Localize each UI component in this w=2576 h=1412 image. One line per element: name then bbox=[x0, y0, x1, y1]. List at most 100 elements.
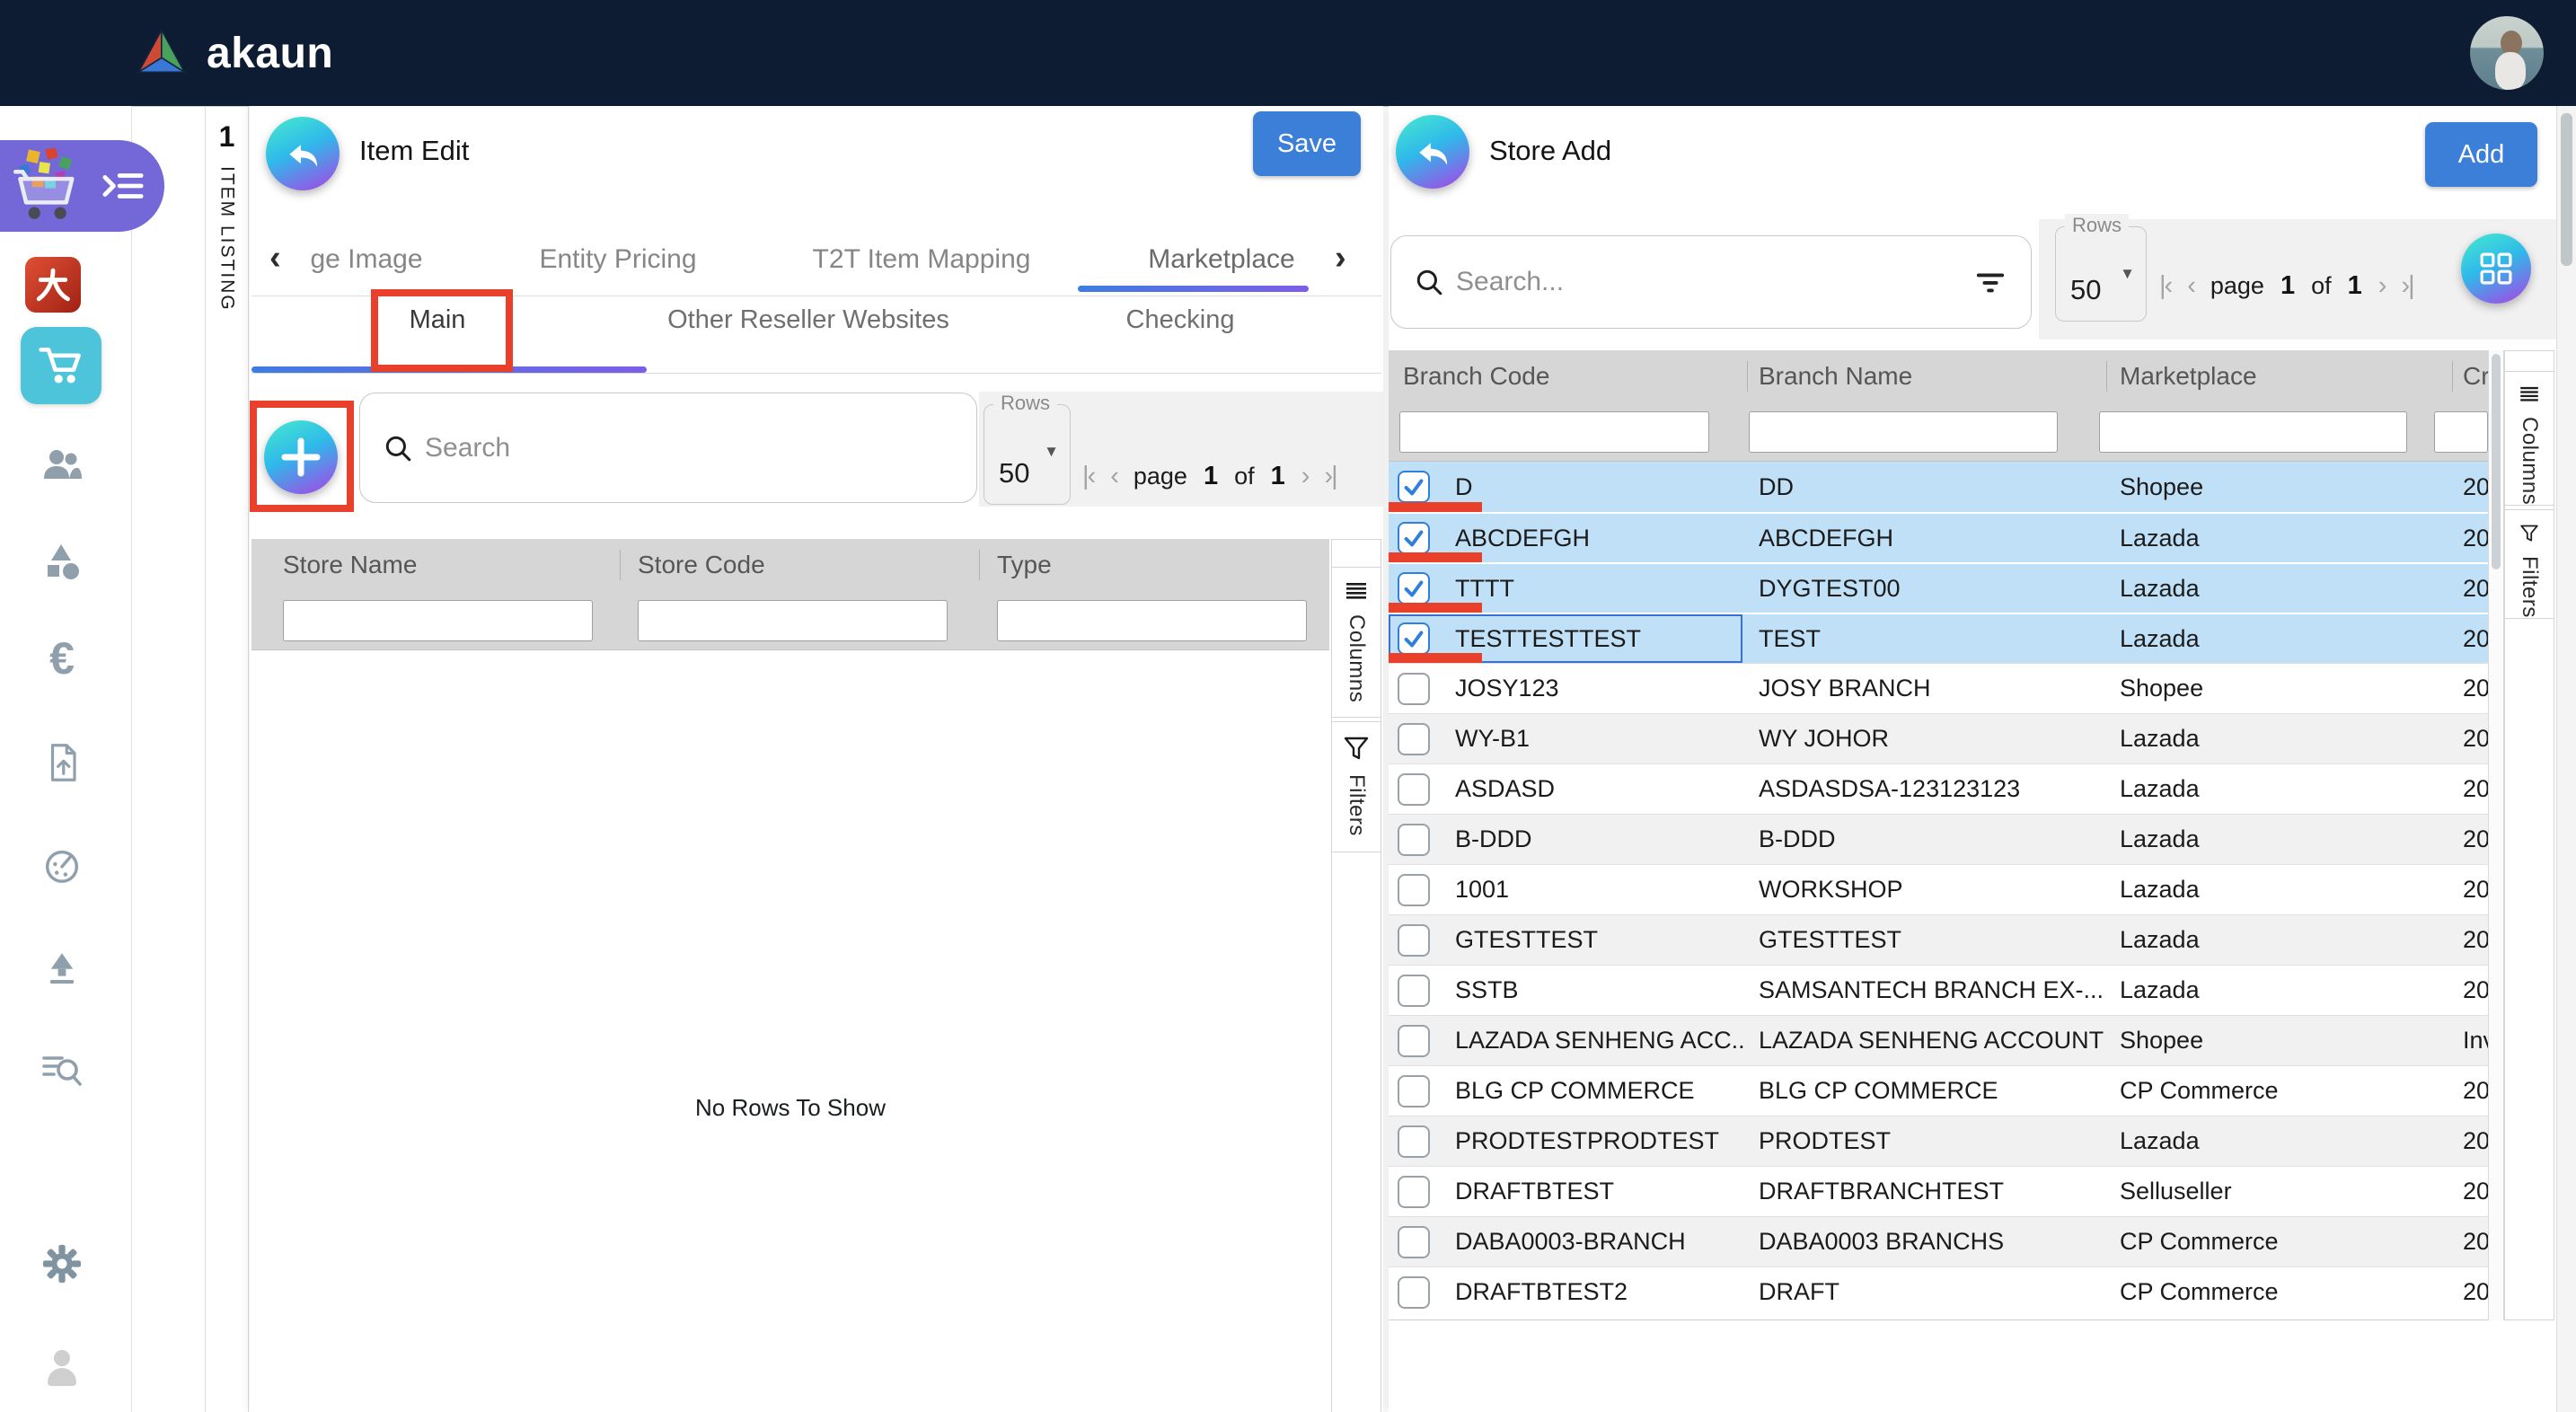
sidebar-item-currency[interactable]: € bbox=[41, 638, 83, 679]
subtab-main[interactable]: Main bbox=[410, 305, 466, 335]
first-page-button[interactable]: |‹ bbox=[2159, 271, 2171, 301]
subtab-other-reseller-websites[interactable]: Other Reseller Websites bbox=[667, 305, 949, 335]
tool-tab-filters[interactable]: Filters bbox=[1331, 721, 1381, 852]
scrollbar-thumb[interactable] bbox=[2492, 354, 2501, 569]
table-row[interactable]: B-DDDB-DDDLazada20 bbox=[1389, 814, 2488, 864]
add-store-button[interactable] bbox=[264, 420, 338, 494]
tool-tab-columns[interactable]: Columns bbox=[2504, 371, 2554, 506]
table-row[interactable]: JOSY123JOSY BRANCHShopee20 bbox=[1389, 663, 2488, 713]
chevron-down-icon[interactable]: ▼ bbox=[1044, 443, 1059, 461]
sidebar-app-banner[interactable] bbox=[0, 140, 164, 232]
row-checkbox[interactable] bbox=[1398, 1226, 1430, 1258]
sidebar-item-dahua-app[interactable] bbox=[25, 257, 81, 313]
sidebar-item-file-import[interactable] bbox=[41, 742, 83, 783]
next-page-button[interactable]: › bbox=[2378, 271, 2386, 301]
prev-page-button[interactable]: ‹ bbox=[2187, 271, 2194, 301]
table-row[interactable]: DABA0003-BRANCHDABA0003 BRANCHSCP Commer… bbox=[1389, 1216, 2488, 1266]
subtab-checking[interactable]: Checking bbox=[1126, 305, 1235, 335]
row-checkbox[interactable] bbox=[1398, 1125, 1430, 1158]
table-row[interactable]: 1001WORKSHOPLazada20 bbox=[1389, 864, 2488, 914]
column-header-marketplace[interactable]: Marketplace bbox=[2106, 350, 2452, 402]
add-button[interactable]: Add bbox=[2425, 122, 2537, 187]
row-checkbox[interactable] bbox=[1398, 874, 1430, 906]
column-header-created[interactable]: Cr bbox=[2452, 350, 2488, 402]
table-row[interactable]: DRAFTBTEST2DRAFTCP Commerce20 bbox=[1389, 1266, 2488, 1317]
row-checkbox[interactable] bbox=[1398, 1075, 1430, 1108]
column-header-type[interactable]: Type bbox=[979, 539, 1329, 591]
sidebar-item-scheduler[interactable] bbox=[41, 844, 83, 886]
tab-t2t-item-mapping[interactable]: T2T Item Mapping bbox=[813, 244, 1031, 275]
table-row[interactable]: PRODTESTPRODTESTPRODTESTLazada20 bbox=[1389, 1116, 2488, 1166]
item-listing-tab[interactable]: 1 ITEM LISTING bbox=[206, 106, 248, 429]
filter-sort-icon[interactable] bbox=[1973, 267, 2007, 297]
filter-branch-name-input[interactable] bbox=[1749, 411, 2057, 453]
search-input[interactable] bbox=[1456, 267, 1961, 297]
back-button[interactable] bbox=[266, 117, 340, 190]
filter-created-input[interactable] bbox=[2434, 411, 2488, 453]
table-row[interactable]: GTESTTESTGTESTTESTLazada20 bbox=[1389, 914, 2488, 965]
tab-marketplace[interactable]: Marketplace bbox=[1148, 244, 1294, 275]
last-page-button[interactable]: ›| bbox=[1324, 462, 1336, 491]
chevron-down-icon[interactable]: ▼ bbox=[2120, 265, 2135, 283]
sidebar-item-marketplace-app[interactable] bbox=[21, 327, 101, 404]
table-row[interactable]: TESTTESTTESTTESTLazada20 bbox=[1389, 613, 2488, 663]
row-checkbox[interactable] bbox=[1398, 824, 1430, 856]
grid-view-button[interactable] bbox=[2461, 234, 2531, 304]
tabs-scroll-right[interactable]: › bbox=[1335, 239, 1346, 278]
table-row[interactable]: DDDShopee20 bbox=[1389, 462, 2488, 512]
scrollbar-thumb[interactable] bbox=[2561, 113, 2572, 266]
tool-tab-filters[interactable]: Filters bbox=[2504, 509, 2554, 619]
sidebar-item-upload[interactable] bbox=[41, 947, 83, 988]
row-checkbox[interactable] bbox=[1398, 975, 1430, 1007]
column-header-store-name[interactable]: Store Name bbox=[251, 539, 620, 591]
row-checkbox[interactable] bbox=[1398, 673, 1430, 705]
filter-marketplace-input[interactable] bbox=[2099, 411, 2407, 453]
search-input[interactable] bbox=[425, 433, 953, 463]
filter-type-input[interactable] bbox=[997, 600, 1307, 641]
column-header-store-code[interactable]: Store Code bbox=[620, 539, 979, 591]
page-scrollbar[interactable] bbox=[2556, 106, 2576, 1412]
tool-tab-columns[interactable]: Columns bbox=[1331, 567, 1381, 718]
row-checkbox[interactable] bbox=[1398, 1025, 1430, 1057]
filter-store-code-input[interactable] bbox=[638, 600, 948, 641]
table-row[interactable]: BLG CP COMMERCEBLG CP COMMERCECP Commerc… bbox=[1389, 1065, 2488, 1116]
filter-store-name-input[interactable] bbox=[283, 600, 593, 641]
row-checkbox[interactable] bbox=[1398, 924, 1430, 957]
tab-entity-pricing[interactable]: Entity Pricing bbox=[539, 244, 696, 275]
table-row[interactable]: ASDASDASDASDSA-123123123Lazada20 bbox=[1389, 763, 2488, 814]
last-page-button[interactable]: ›| bbox=[2401, 271, 2413, 301]
table-row[interactable]: WY-B1WY JOHORLazada20 bbox=[1389, 713, 2488, 763]
save-button[interactable]: Save bbox=[1253, 111, 1361, 176]
table-row[interactable]: DRAFTBTESTDRAFTBRANCHTESTSelluseller20 bbox=[1389, 1166, 2488, 1216]
row-checkbox[interactable] bbox=[1398, 723, 1430, 755]
tabs-scroll-left[interactable]: ‹ bbox=[269, 239, 281, 278]
user-avatar[interactable] bbox=[2470, 16, 2544, 90]
row-checkbox[interactable] bbox=[1398, 1176, 1430, 1208]
table-row[interactable]: ABCDEFGHABCDEFGHLazada20 bbox=[1389, 512, 2488, 562]
row-checkbox[interactable] bbox=[1398, 572, 1430, 605]
filter-branch-code-input[interactable] bbox=[1399, 411, 1709, 453]
sidebar-item-profile[interactable] bbox=[41, 1347, 83, 1389]
rows-per-page[interactable]: Rows 50 ▼ bbox=[2055, 226, 2147, 322]
table-row[interactable]: SSTBSAMSANTECH BRANCH EX-...Lazada20 bbox=[1389, 965, 2488, 1015]
row-checkbox[interactable] bbox=[1398, 1276, 1430, 1309]
row-checkbox[interactable] bbox=[1398, 773, 1430, 806]
next-page-button[interactable]: › bbox=[1301, 462, 1309, 491]
sidebar-item-search-listing[interactable] bbox=[41, 1049, 83, 1090]
first-page-button[interactable]: |‹ bbox=[1082, 462, 1094, 491]
table-scrollbar[interactable] bbox=[2488, 350, 2504, 1320]
column-header-branch-name[interactable]: Branch Name bbox=[1747, 350, 2106, 402]
prev-page-button[interactable]: ‹ bbox=[1110, 462, 1117, 491]
row-checkbox[interactable] bbox=[1398, 471, 1430, 503]
table-row[interactable]: LAZADA SENHENG ACC...LAZADA SENHENG ACCO… bbox=[1389, 1015, 2488, 1065]
row-checkbox[interactable] bbox=[1398, 522, 1430, 554]
sidebar-item-settings[interactable] bbox=[41, 1243, 83, 1284]
sidebar-item-contacts[interactable] bbox=[41, 444, 83, 485]
tab-ge-image[interactable]: ge Image bbox=[310, 244, 422, 275]
sidebar-item-categories[interactable] bbox=[41, 543, 83, 584]
rows-per-page[interactable]: Rows 50 ▼ bbox=[984, 404, 1071, 505]
column-header-branch-code[interactable]: Branch Code bbox=[1389, 350, 1747, 402]
back-button[interactable] bbox=[1396, 115, 1469, 189]
table-row[interactable]: TTTTDYGTEST00Lazada20 bbox=[1389, 562, 2488, 613]
row-checkbox[interactable] bbox=[1398, 622, 1430, 655]
